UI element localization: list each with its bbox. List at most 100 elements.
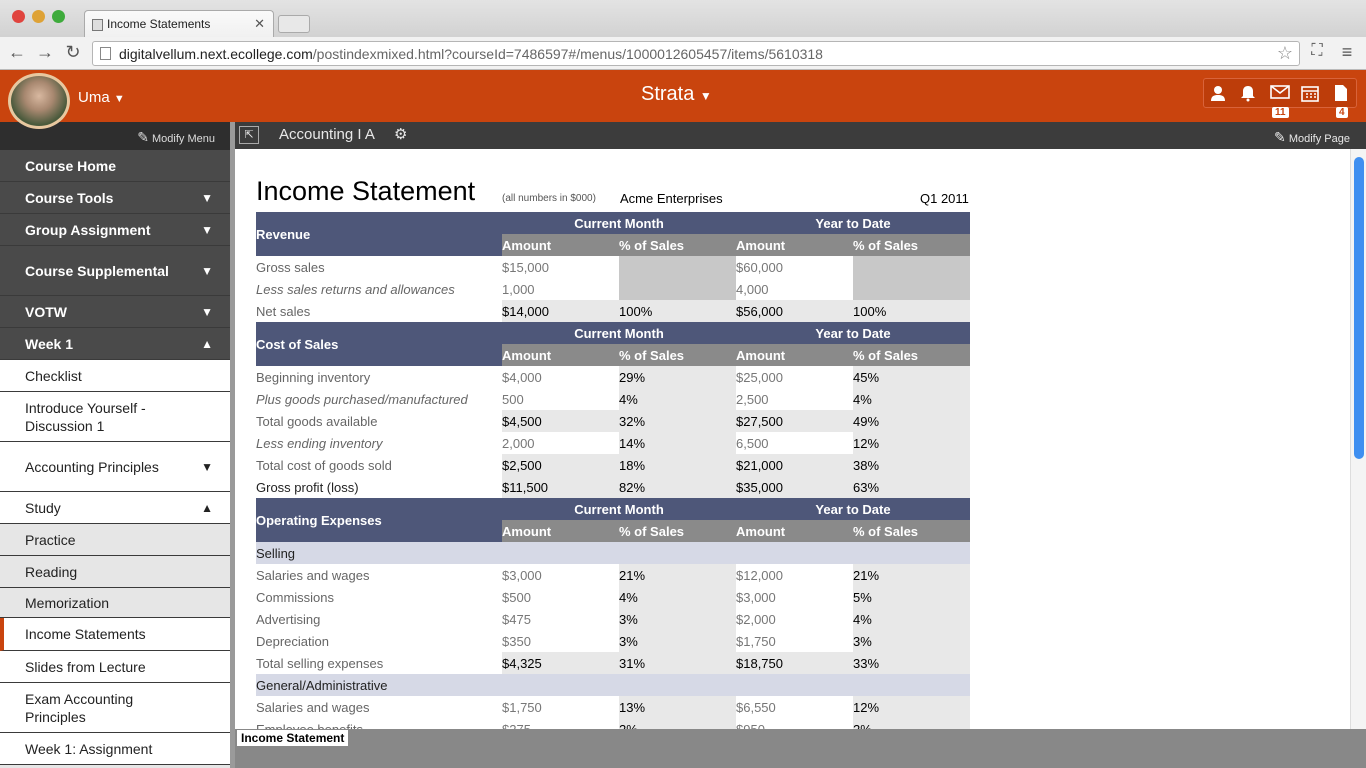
sidebar-item-9[interactable]: Study ▲ <box>0 492 230 524</box>
pencil-icon: ✎ <box>137 129 149 145</box>
value-cell: 2,500 <box>736 391 769 407</box>
value-cell: 14% <box>619 432 736 454</box>
row-label: Gross profit (loss) <box>256 479 359 495</box>
column-header: Amount <box>502 344 619 366</box>
calendar-icon[interactable] <box>1300 84 1320 104</box>
sidebar-item-14[interactable]: Slides from Lecture <box>0 651 230 683</box>
sidebar-item-11[interactable]: Reading <box>0 556 230 588</box>
reload-icon[interactable]: ↻ <box>62 42 84 63</box>
avatar[interactable] <box>8 73 70 129</box>
sidebar-item-7[interactable]: Introduce Yourself - Discussion 1 <box>0 392 230 442</box>
value-cell: 2% <box>853 718 970 729</box>
content-pane: Income Statement (all numbers in $000) A… <box>235 149 1350 729</box>
sidebar-item-2[interactable]: Group Assignment ▼ <box>0 214 230 246</box>
value-cell: $27,500 <box>736 410 853 432</box>
sidebar-item-label: Practice <box>25 531 76 548</box>
table-row: Operating Expenses Current Month Year to D… <box>256 498 970 542</box>
mail-icon[interactable] <box>1270 84 1290 104</box>
course-menu: ✎ Modify Menu Course Home Course Tools ▼ Gr… <box>0 122 230 768</box>
column-group-header: Year to Date <box>736 322 970 344</box>
close-icon[interactable]: ✕ <box>254 16 265 32</box>
app-switcher[interactable]: Strata ▼ <box>641 83 712 106</box>
gear-icon[interactable]: ⚙ <box>394 125 407 143</box>
income-statement-table: Revenue Current Month Year to Date Amount% … <box>256 212 970 729</box>
row-label: Depreciation <box>256 633 329 649</box>
cell <box>502 542 619 564</box>
row-label: Advertising <box>256 611 321 627</box>
value-cell: $4,325 <box>502 652 619 674</box>
value-cell: 3% <box>619 630 736 652</box>
address-bar[interactable]: digitalvellum.next.ecollege.com/postinde… <box>92 41 1300 66</box>
row-label: Employee benefits <box>256 721 363 730</box>
sidebar-item-6[interactable]: Checklist <box>0 360 230 392</box>
period: Q1 2011 <box>920 191 969 206</box>
chevron-down-icon[interactable]: ▼ <box>201 262 213 280</box>
scrollbar[interactable] <box>1350 149 1366 729</box>
row-label: Beginning inventory <box>256 369 371 385</box>
value-cell: $500 <box>502 589 531 605</box>
table-row: Depreciation $350 3% $1,750 3% <box>256 630 970 652</box>
forward-icon[interactable]: → <box>34 42 56 63</box>
sidebar-item-0[interactable]: Course Home <box>0 150 230 182</box>
chevron-up-icon[interactable]: ▲ <box>201 335 213 353</box>
sidebar-item-16[interactable]: Week 1: Assignment <box>0 733 230 765</box>
sidebar-item-1[interactable]: Course Tools ▼ <box>0 182 230 214</box>
browser-toolbar: ← → ↻ digitalvellum.next.ecollege.com/po… <box>0 37 1366 70</box>
browser-tab-bar: Income Statements ✕ <box>0 0 1366 38</box>
back-icon[interactable]: ← <box>6 42 28 63</box>
sidebar-item-label: Study <box>25 499 61 516</box>
fullscreen-icon[interactable]: ⛶ <box>1306 42 1328 60</box>
row-label: Commissions <box>256 589 335 605</box>
chevron-down-icon[interactable]: ▼ <box>201 189 213 207</box>
chevron-down-icon[interactable]: ▼ <box>201 458 213 476</box>
menu-icon[interactable]: ≡ <box>1336 42 1358 63</box>
company-name: Acme Enterprises <box>620 191 723 206</box>
sidebar-item-5[interactable]: Week 1 ▲ <box>0 328 230 360</box>
user-menu[interactable]: Uma ▼ <box>78 89 125 106</box>
star-icon[interactable]: ☆ <box>1277 43 1293 64</box>
bell-icon[interactable] <box>1238 84 1258 104</box>
maximize-window-button[interactable] <box>52 10 65 23</box>
chevron-down-icon[interactable]: ▼ <box>201 221 213 239</box>
table-row: General/Administrative <box>256 674 970 696</box>
value-cell: $1,750 <box>502 699 542 715</box>
sidebar-item-15[interactable]: Exam Accounting Principles <box>0 683 230 733</box>
user-name: Uma <box>78 89 110 106</box>
sidebar-item-label: Slides from Lecture <box>25 658 146 675</box>
sidebar-item-12[interactable]: Memorization <box>0 588 230 618</box>
column-group-header: Year to Date <box>736 212 970 234</box>
browser-tab[interactable]: Income Statements ✕ <box>84 10 274 38</box>
column-header: % of Sales <box>853 344 970 366</box>
content-toolbar: ⇱ Accounting I A ⚙ ✎ Modify Page <box>235 122 1366 149</box>
value-cell: $15,000 <box>502 259 549 275</box>
sidebar-item-13[interactable]: Income Statements <box>0 618 230 651</box>
chevron-down-icon[interactable]: ▼ <box>201 303 213 321</box>
document-icon[interactable] <box>1331 84 1351 104</box>
sidebar-item-10[interactable]: Practice <box>0 524 230 556</box>
sidebar-item-3[interactable]: Course Supplemental ▼ <box>0 246 230 296</box>
sidebar-item-8[interactable]: Accounting Principles ▼ <box>0 442 230 492</box>
row-label: Gross sales <box>256 259 325 275</box>
row-label: Less sales returns and allowances <box>256 281 455 297</box>
sheet-tab[interactable]: Income Statement <box>237 730 349 746</box>
value-cell: 45% <box>853 366 970 388</box>
row-label: Salaries and wages <box>256 699 370 715</box>
close-window-button[interactable] <box>12 10 25 23</box>
profile-icon[interactable] <box>1208 84 1228 104</box>
value-cell: $14,000 <box>502 300 619 322</box>
chevron-up-icon[interactable]: ▲ <box>201 499 213 517</box>
subsection-label: General/Administrative <box>256 674 502 696</box>
value-cell: 63% <box>853 476 970 498</box>
sidebar-item-4[interactable]: VOTW ▼ <box>0 296 230 328</box>
value-cell: $35,000 <box>736 476 853 498</box>
table-row: Advertising $475 3% $2,000 4% <box>256 608 970 630</box>
modify-page-button[interactable]: ✎ Modify Page <box>1274 129 1350 146</box>
table-row: Total selling expenses $4,325 31% $18,750 33… <box>256 652 970 674</box>
value-cell: $350 <box>502 633 531 649</box>
scrollbar-thumb[interactable] <box>1354 157 1364 459</box>
table-row: Plus goods purchased/manufactured 500 4% 2,… <box>256 388 970 410</box>
expand-icon[interactable]: ⇱ <box>239 126 259 144</box>
sidebar-item-label: Course Home <box>25 157 117 174</box>
minimize-window-button[interactable] <box>32 10 45 23</box>
new-tab-button[interactable] <box>278 15 310 33</box>
